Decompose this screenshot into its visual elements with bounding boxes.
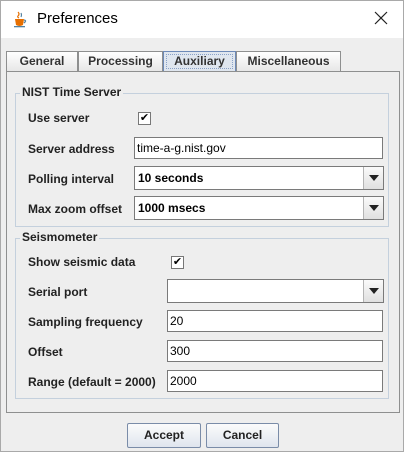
sampling-frequency-label: Sampling frequency [28, 315, 143, 329]
tab-miscellaneous[interactable]: Miscellaneous [236, 51, 341, 71]
chevron-down-icon [368, 288, 379, 294]
tab-auxiliary[interactable]: Auxiliary [163, 51, 236, 71]
nist-group-title: NIST Time Server [20, 85, 124, 99]
dropdown-arrow-button[interactable] [363, 167, 383, 189]
use-server-label: Use server [28, 111, 90, 125]
polling-interval-value: 10 seconds [138, 171, 204, 185]
tab-processing[interactable]: Processing [78, 51, 163, 71]
checkmark-icon: ✔ [172, 256, 183, 268]
server-address-label: Server address [28, 142, 115, 156]
show-seismic-data-label: Show seismic data [28, 255, 136, 269]
polling-interval-select[interactable]: 10 seconds [134, 166, 384, 190]
java-cup-icon [11, 10, 29, 28]
tab-bar: General Processing Auxiliary Miscellaneo… [6, 51, 400, 71]
tab-label: Miscellaneous [247, 54, 330, 68]
sampling-frequency-field[interactable]: 20 [167, 310, 383, 332]
serial-port-label: Serial port [28, 285, 88, 299]
tab-label: General [19, 54, 65, 68]
range-label: Range (default = 2000) [28, 375, 156, 389]
max-zoom-offset-value: 1000 msecs [138, 201, 206, 215]
close-icon [374, 8, 388, 31]
accept-button[interactable]: Accept [127, 423, 201, 448]
cancel-button[interactable]: Cancel [206, 423, 279, 448]
max-zoom-offset-select[interactable]: 1000 msecs [134, 196, 384, 220]
title-bar: Preferences [1, 1, 403, 38]
window-title: Preferences [37, 10, 118, 27]
range-field[interactable]: 2000 [167, 370, 383, 392]
chevron-down-icon [368, 175, 379, 181]
server-address-field[interactable]: time-a-g.nist.gov [134, 137, 383, 159]
checkmark-icon: ✔ [139, 112, 150, 124]
tab-general[interactable]: General [6, 51, 78, 71]
dropdown-arrow-button[interactable] [363, 280, 383, 302]
tab-label: Auxiliary [174, 54, 225, 68]
auxiliary-panel: NIST Time Server Use server ✔ Server add… [6, 71, 400, 413]
tab-label: Processing [88, 54, 153, 68]
close-button[interactable] [359, 1, 403, 38]
preferences-window: Preferences General Processing Auxiliary… [0, 0, 404, 452]
serial-port-select[interactable] [167, 279, 384, 303]
offset-label: Offset [28, 345, 63, 359]
max-zoom-offset-label: Max zoom offset [28, 202, 123, 216]
offset-field[interactable]: 300 [167, 340, 383, 362]
seismometer-group-title: Seismometer [20, 230, 100, 244]
dropdown-arrow-button[interactable] [363, 197, 383, 219]
polling-interval-label: Polling interval [28, 172, 115, 186]
use-server-checkbox[interactable]: ✔ [138, 112, 151, 125]
show-seismic-data-checkbox[interactable]: ✔ [171, 256, 184, 269]
chevron-down-icon [368, 205, 379, 211]
